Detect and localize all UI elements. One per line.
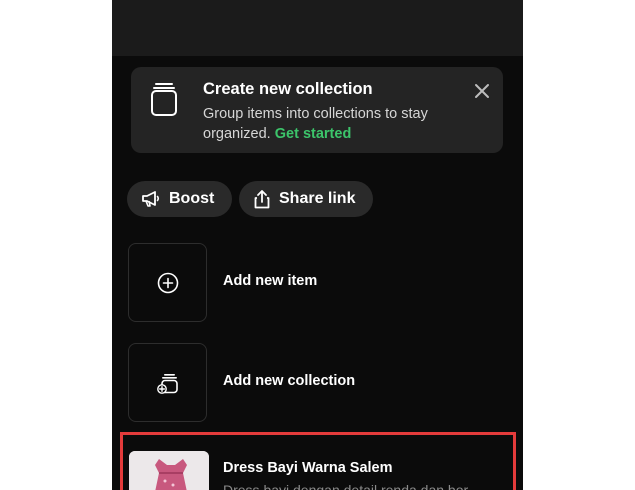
add-new-collection-row[interactable]: Add new collection (128, 343, 508, 423)
share-link-label: Share link (279, 190, 356, 207)
megaphone-icon (142, 191, 160, 207)
banner-title: Create new collection (203, 80, 373, 98)
product-title: Dress Bayi Warna Salem (223, 460, 393, 476)
add-collection-icon (156, 373, 178, 394)
product-list-item[interactable]: Dress Bayi Warna Salem Dress bayi dengan… (120, 432, 516, 490)
top-bar (112, 0, 523, 56)
product-description: Dress bayi dengan detail renda dan bor (223, 482, 469, 490)
collection-stack-icon (151, 83, 177, 116)
boost-label: Boost (169, 190, 215, 207)
create-collection-banner: Create new collection Group items into c… (131, 67, 503, 153)
phone-screen: Create new collection Group items into c… (112, 0, 523, 490)
add-new-item-label: Add new item (223, 273, 318, 289)
share-link-button[interactable]: Share link (239, 181, 373, 217)
product-thumbnail (129, 451, 209, 490)
add-item-tile[interactable] (128, 243, 207, 322)
add-new-item-row[interactable]: Add new item (128, 243, 508, 323)
add-new-collection-label: Add new collection (223, 373, 356, 389)
share-icon (254, 190, 270, 209)
close-icon[interactable] (470, 79, 494, 103)
boost-button[interactable]: Boost (127, 181, 232, 217)
plus-circle-icon (157, 272, 178, 293)
dress-image (129, 451, 209, 490)
banner-description: Group items into collections to stay org… (203, 104, 463, 144)
add-collection-tile[interactable] (128, 343, 207, 422)
get-started-link[interactable]: Get started (275, 126, 352, 142)
